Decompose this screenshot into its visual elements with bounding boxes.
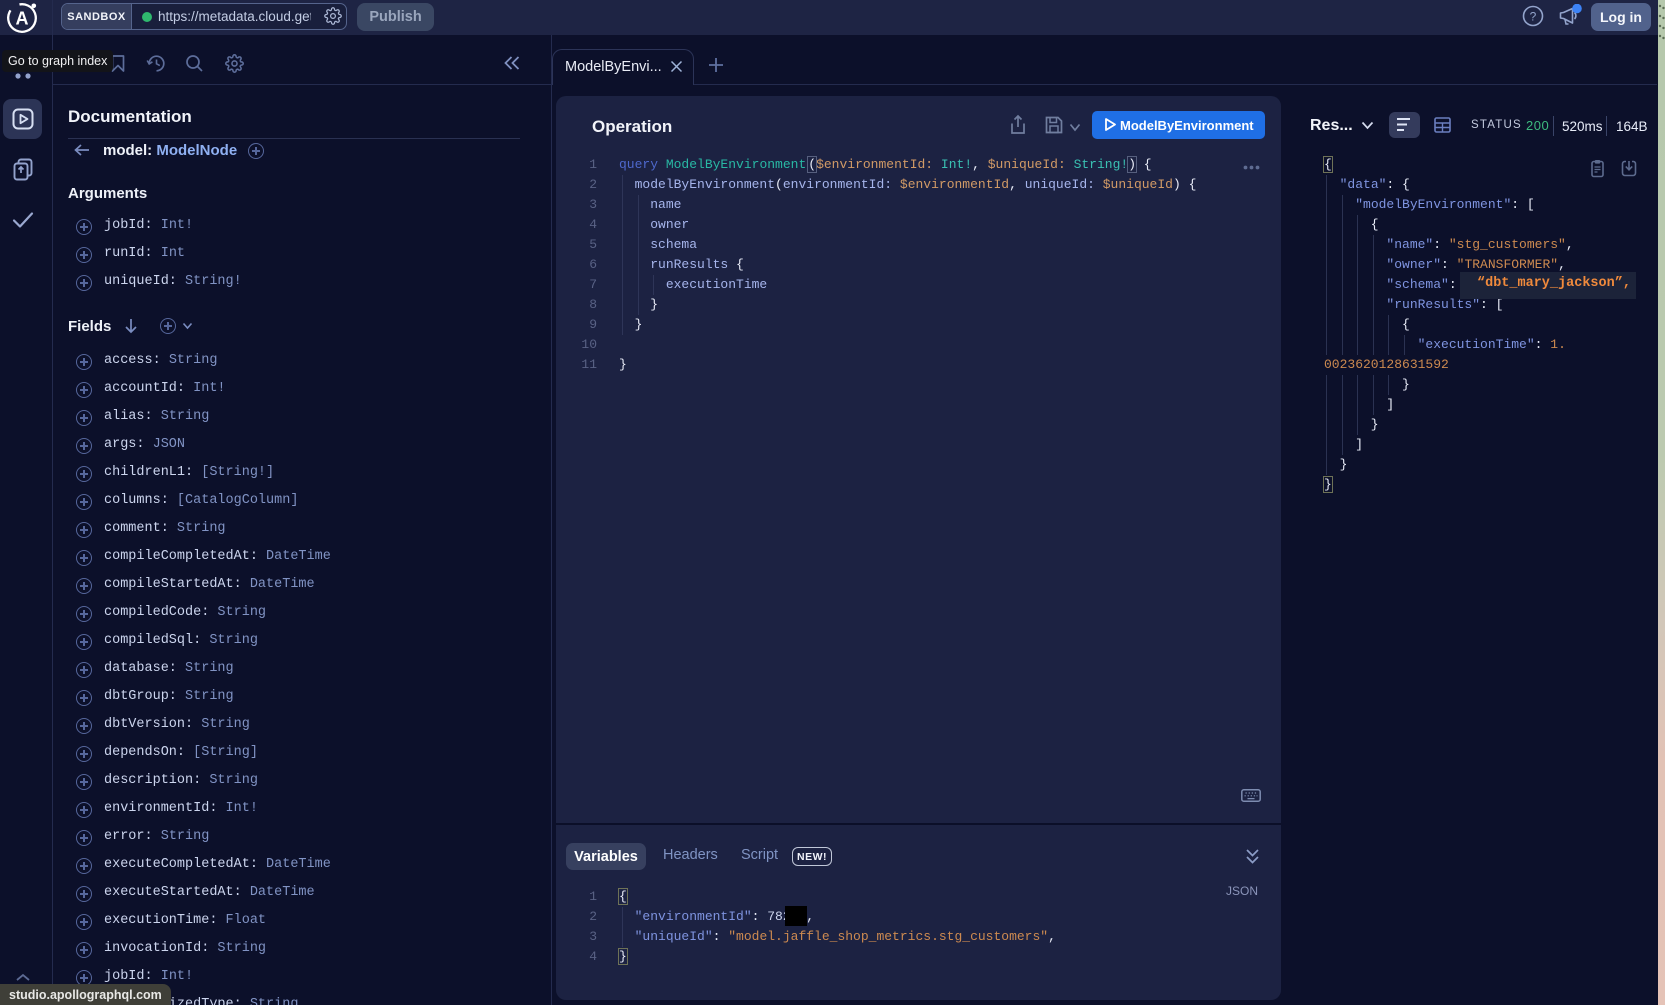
svg-text:?: ? — [1530, 10, 1537, 24]
svg-text:A: A — [16, 9, 29, 29]
